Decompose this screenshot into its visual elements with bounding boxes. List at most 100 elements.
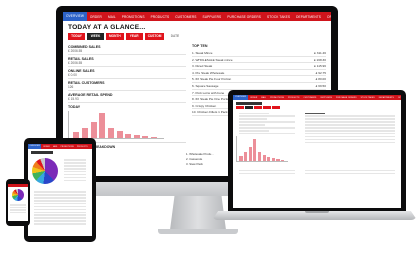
today-heading: TODAY (68, 105, 81, 109)
table-row[interactable]: 5. 6X Steak Pie Four Portion £ 80.00 (192, 76, 326, 83)
chart-bar (243, 152, 248, 162)
nav-item-mail[interactable]: MAIL (51, 146, 59, 148)
nav-item-products[interactable]: PRODUCTS (148, 15, 173, 19)
laptop-screen: OVERVIEW ORDER MAIL PROMOTIONS PRODUCTS CUSTO… (233, 95, 401, 208)
nav-item-customers[interactable]: CUSTOMERS (301, 97, 318, 99)
product-value: £ 115.96 (314, 64, 326, 69)
chart-bar (281, 160, 285, 162)
nav-item-stock-takes[interactable]: STOCK TAKES (359, 97, 377, 99)
stats-column: COMBINED SALES £ 2006.55 RETAIL SALES £ … (68, 43, 186, 139)
nav-item-overview[interactable]: OVERVIEW (63, 12, 87, 21)
nav-item-mail[interactable]: MAIL (259, 97, 268, 99)
laptop-notch (305, 211, 329, 213)
chart-bar (253, 138, 257, 162)
table-row[interactable]: 3. Diced Steak £ 115.96 (192, 63, 326, 70)
nav-item-operators[interactable]: OPERATORS (396, 97, 401, 99)
nav-item-suppliers[interactable]: SUPPLIERS (199, 15, 224, 19)
nav-item-promotions[interactable]: PROMOTIONS (268, 97, 286, 99)
stat-value: £ 2006.55 (68, 61, 186, 67)
nav-item-products[interactable]: PRODUCTS (75, 146, 89, 148)
chart-bar (125, 133, 132, 138)
chart-bar (142, 135, 149, 138)
product-name: 3. Diced Steak (192, 64, 213, 69)
product-name: 6. Square Sausage (192, 83, 219, 88)
chart-bar (107, 127, 114, 138)
nav-item-purchase-orders[interactable]: PURCHASE ORDERS (224, 15, 264, 19)
nav-item-order[interactable]: ORDER (41, 146, 51, 148)
table-row[interactable]: 1. Steak Mince £ 311.46 (192, 50, 326, 57)
laptop: OVERVIEW ORDER MAIL PROMOTIONS PRODUCTS CUSTO… (228, 90, 406, 211)
chart-bar (116, 131, 123, 138)
nav-item-departments[interactable]: DEPARTMENTS (377, 97, 396, 99)
table-row[interactable]: 4. Pre Steak Wholesale £ 92.75 (192, 70, 326, 77)
phone-nav (8, 184, 28, 187)
tablet: OVERVIEW ORDER MAIL PROMOTIONS PRODUCTS (24, 138, 96, 242)
phone-pie-chart (12, 189, 24, 201)
product-name: 2. WHOLESALE Steak mince (192, 57, 233, 62)
stat-value: £ 2006.55 (68, 49, 186, 55)
product-name: 9. Crispy Chicken (192, 103, 217, 108)
nav-item-customers[interactable]: CUSTOMERS (172, 15, 199, 19)
chart-bar (262, 155, 266, 162)
page-title: TODAY AT A GLANCE... (68, 24, 146, 31)
nav-item-operators[interactable]: OPERATORS (324, 15, 331, 19)
product-name: 1. Steak Mince (192, 51, 213, 55)
chart-bar (133, 134, 140, 138)
tablet-page-title (31, 151, 53, 154)
main-nav: OVERVIEW ORDER MAIL PROMOTIONS PRODUCTS CUSTO… (63, 12, 331, 21)
stat-value: £ 0.00 (68, 73, 186, 79)
product-value: £ 80.00 (315, 77, 326, 82)
chart-bar (81, 127, 88, 138)
tablet-pie-chart (32, 158, 58, 184)
nav-item-overview[interactable]: OVERVIEW (28, 144, 42, 149)
nav-item-order[interactable]: ORDER (248, 97, 259, 99)
nav-item-promotions[interactable]: PROMOTIONS (119, 15, 148, 19)
product-value: £ 69.50 (315, 83, 326, 88)
nav-item-purchase-orders[interactable]: PURCHASE ORDERS (334, 97, 359, 99)
chart-bar (276, 159, 280, 162)
chart-bar (267, 157, 271, 162)
tab-year[interactable]: YEAR (125, 33, 143, 40)
lower-list: 1. Wholesale Produ... 2. Casserole 3. St… (186, 152, 230, 167)
nav-item-departments[interactable]: DEPARTMENTS (293, 15, 324, 19)
nav-item-suppliers[interactable]: SUPPLIERS (318, 97, 334, 99)
tab-today[interactable]: TODAY (68, 33, 85, 40)
table-row[interactable]: 2. WHOLESALE Steak mince £ 168.30 (192, 57, 326, 64)
today-bar-chart (68, 111, 164, 139)
tab-custom[interactable]: CUSTOM (144, 33, 165, 40)
chart-bar (99, 113, 106, 138)
chart-bar (271, 158, 275, 162)
laptop-bar-chart (236, 136, 288, 163)
nav-item-overview[interactable]: OVERVIEW (233, 95, 248, 100)
date-hint: DATE (170, 34, 180, 38)
product-value: £ 168.30 (313, 57, 326, 62)
phone-screen (8, 184, 28, 221)
device-showcase: OVERVIEW ORDER MAIL PROMOTIONS PRODUCTS CUSTO… (0, 0, 417, 257)
product-name: 4. Pre Steak Wholesale (192, 70, 225, 75)
laptop-nav: OVERVIEW ORDER MAIL PROMOTIONS PRODUCTS CUSTO… (233, 95, 401, 100)
product-value: £ 92.75 (315, 70, 326, 75)
phone (6, 179, 30, 226)
nav-item-promotions[interactable]: PROMOTIONS (59, 146, 75, 148)
nav-item-order[interactable]: ORDER (87, 15, 105, 19)
period-tabs: TODAY WEEK MONTH YEAR CUSTOM DATE (63, 33, 331, 43)
nav-item-products[interactable]: PRODUCTS (286, 97, 301, 99)
tab-month[interactable]: MONTH (106, 33, 124, 40)
product-name: 5. 6X Steak Pie Four Portion (192, 77, 232, 82)
stat-value: £ 15.93 (68, 97, 186, 103)
tab-week[interactable]: WEEK (87, 33, 104, 40)
chart-bar (239, 156, 243, 162)
product-name: 10. Chicken Fillets 1 Pack (192, 110, 228, 115)
chart-bar (151, 136, 158, 138)
list-item: 3. Stew Pack (186, 162, 203, 166)
nav-item-stock-takes[interactable]: STOCK TAKES (264, 15, 293, 19)
product-name: 8. 6X Steak Pie One Portion (192, 97, 231, 102)
tablet-screen: OVERVIEW ORDER MAIL PROMOTIONS PRODUCTS (28, 144, 92, 236)
chart-bar (90, 122, 97, 138)
monitor-foot (158, 229, 238, 234)
nav-item-mail[interactable]: MAIL (105, 15, 119, 19)
stat-value: 126 (68, 85, 186, 91)
laptop-page-title (236, 102, 262, 105)
product-name: 7. Pork Loins with bone (192, 90, 225, 95)
table-row[interactable]: 6. Square Sausage £ 69.50 (192, 83, 326, 90)
